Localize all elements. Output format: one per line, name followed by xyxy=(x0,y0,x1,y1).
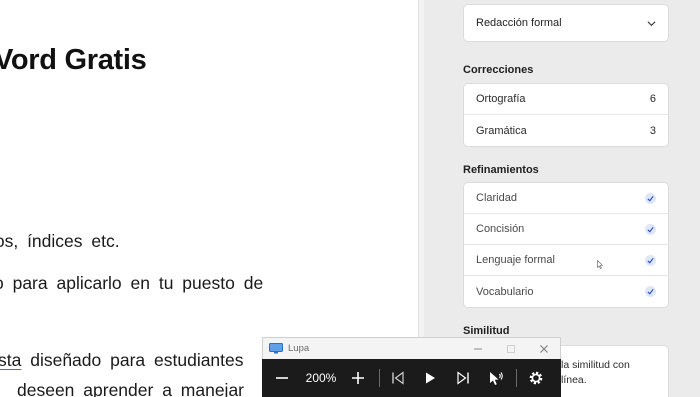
magnifier-titlebar[interactable]: Lupa xyxy=(262,337,561,359)
magnifier-app-icon xyxy=(269,343,283,354)
check-icon[interactable] xyxy=(645,254,656,266)
style-select[interactable]: Redacción formal xyxy=(463,4,669,42)
zoom-out-icon xyxy=(276,377,288,379)
corrections-title: Correcciones xyxy=(463,64,534,76)
settings-button[interactable] xyxy=(520,359,552,397)
toolbar-separator xyxy=(516,369,517,387)
corrections-item-count: 3 xyxy=(649,124,656,137)
magnifier-toolbar: 200% xyxy=(262,359,561,397)
style-select-value: Redacción formal xyxy=(476,17,562,29)
next-icon xyxy=(457,371,469,385)
toolbar-separator xyxy=(379,369,380,387)
refinements-list: Claridad Concisión Lenguaje formal Vocab… xyxy=(463,182,669,308)
close-button[interactable] xyxy=(527,338,560,360)
maximize-button[interactable] xyxy=(494,338,527,360)
corrections-list: Ortografía 6 Gramática 3 xyxy=(463,83,669,147)
corrections-item-spelling[interactable]: Ortografía 6 xyxy=(464,84,668,115)
similarity-title: Similitud xyxy=(463,325,510,337)
document-line-3: sta diseñado para estudiantes xyxy=(0,350,244,371)
refinement-item-label: Lenguaje formal xyxy=(476,254,555,266)
refinement-item-vocabulary[interactable]: Vocabulario xyxy=(464,276,668,307)
read-from-pointer-button[interactable] xyxy=(479,359,513,397)
check-icon[interactable] xyxy=(645,223,656,235)
refinement-item-label: Vocabulario xyxy=(476,285,534,298)
document-line-4: deseen aprender a manejar xyxy=(17,380,245,397)
minimize-icon xyxy=(473,348,482,350)
corrections-item-count: 6 xyxy=(649,93,656,105)
corrections-item-label: Ortografía xyxy=(476,93,526,105)
refinement-item-formal-language[interactable]: Lenguaje formal xyxy=(464,245,668,276)
refinement-item-clarity[interactable]: Claridad xyxy=(464,183,668,214)
corrections-item-label: Gramática xyxy=(476,124,527,137)
zoom-level: 200% xyxy=(305,371,337,385)
close-icon xyxy=(539,345,548,353)
settings-icon xyxy=(529,371,543,385)
chevron-down-icon xyxy=(647,20,656,26)
check-icon[interactable] xyxy=(645,192,656,204)
spelling-underlined-word[interactable]: sta xyxy=(0,350,21,370)
document-line-3-rest: diseñado para estudiantes xyxy=(21,350,244,370)
mouse-pointer-icon xyxy=(597,260,603,269)
play-button[interactable] xyxy=(413,359,447,397)
next-button[interactable] xyxy=(447,359,479,397)
refinements-title: Refinamientos xyxy=(463,164,539,176)
magnifier-title: Lupa xyxy=(288,343,310,354)
zoom-in-icon xyxy=(352,372,364,384)
zoom-out-button[interactable] xyxy=(262,359,302,397)
previous-button[interactable] xyxy=(383,359,413,397)
refinement-item-concision[interactable]: Concisión xyxy=(464,214,668,245)
minimize-button[interactable] xyxy=(461,338,494,360)
magnifier-window[interactable]: Lupa 200% xyxy=(262,337,561,397)
maximize-icon xyxy=(506,345,515,353)
refinement-item-label: Claridad xyxy=(476,192,517,204)
zoom-in-button[interactable] xyxy=(340,359,376,397)
play-icon xyxy=(426,372,435,384)
document-line-1: tos, índices etc. xyxy=(0,231,120,251)
document-heading: Vord Gratis xyxy=(0,44,147,76)
corrections-item-grammar[interactable]: Gramática 3 xyxy=(464,115,668,146)
refinement-item-label: Concisión xyxy=(476,223,525,235)
previous-icon xyxy=(392,371,404,385)
read-from-pointer-icon xyxy=(490,372,503,385)
document-line-2: o para aplicarlo en tu puesto de xyxy=(0,273,264,293)
check-icon[interactable] xyxy=(645,286,656,297)
